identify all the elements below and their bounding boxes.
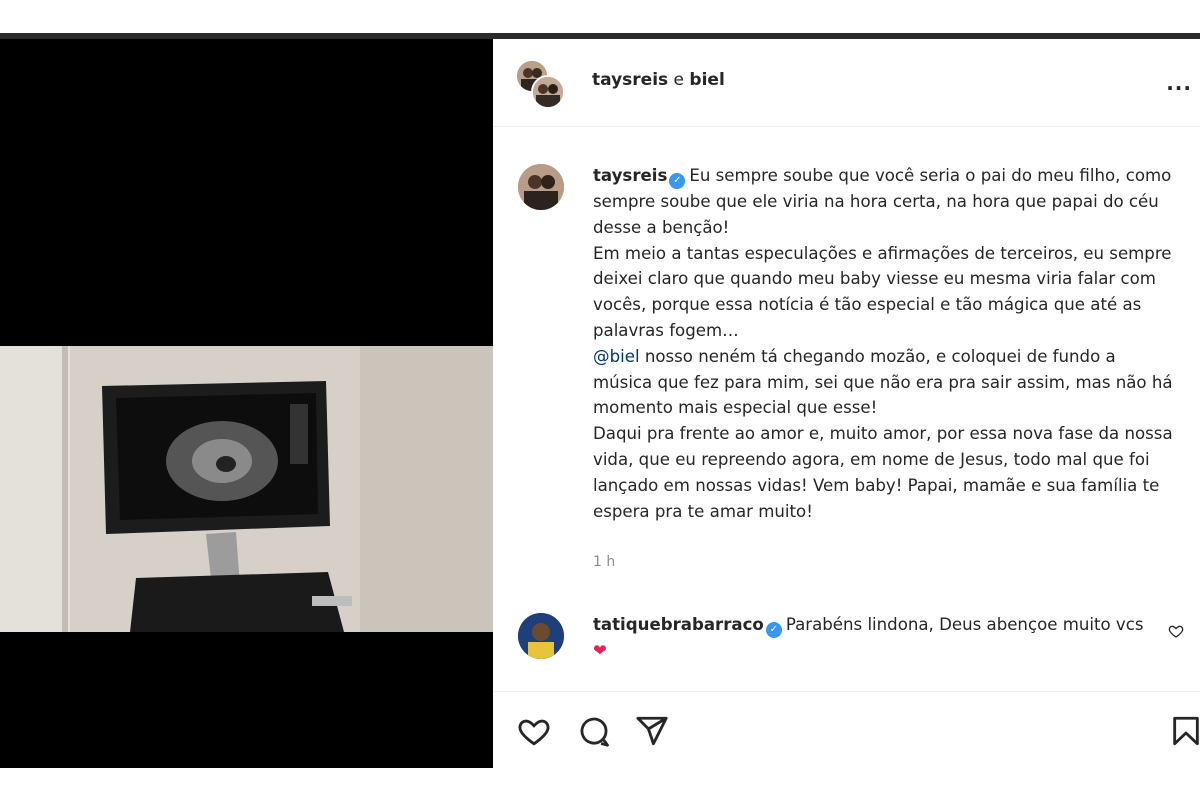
header-username-2[interactable]: biel [689,70,724,90]
ultrasound-photo [0,346,493,632]
post-media[interactable] [0,39,493,768]
comment: tatiquebrabarraco ✓ Parabéns lindona, Deus… [593,612,1153,664]
verified-badge-icon: ✓ [669,173,686,189]
post-header: taysreis e biel ... [493,39,1200,127]
caption-text-4: Daqui pra frente ao amor e, muito amor, … [593,424,1173,521]
more-options-button[interactable]: ... [1166,71,1192,95]
comment-text: Parabéns lindona, Deus abençoe muito vcs [785,615,1144,634]
header-usernames: taysreis e biel [592,70,725,90]
post-caption: taysreis ✓ Eu sempre soube que você seria … [593,163,1173,524]
comment-avatar[interactable] [518,613,564,659]
heart-emoji: ❤ [593,641,607,660]
post-photo [0,346,493,632]
comment-username[interactable]: tatiquebrabarraco [593,615,764,634]
verified-badge-icon: ✓ [765,622,782,638]
caption-text-2: Em meio a tantas especulações e afirmaçõ… [593,243,1172,340]
mention-link[interactable]: @biel [593,347,640,366]
header-username-1[interactable]: taysreis [592,70,668,90]
bookmark-icon[interactable] [1169,714,1200,748]
comment-icon[interactable] [577,714,611,748]
collab-avatars[interactable] [517,61,565,109]
action-bar [493,691,1200,769]
caption-text-3: nosso neném tá chegando mozão, e coloque… [593,346,1173,418]
header-joiner: e [673,70,685,90]
post-timestamp[interactable]: 1 h [593,554,615,570]
comment-like-icon[interactable] [1168,623,1184,639]
post-panel: taysreis e biel ... taysreis ✓ Eu sempre s… [493,39,1200,768]
caption-username[interactable]: taysreis [593,166,667,185]
caption-avatar[interactable] [518,164,564,210]
heart-outline-icon[interactable] [517,714,551,748]
paper-plane-icon[interactable] [635,714,669,748]
avatar[interactable] [531,75,565,109]
